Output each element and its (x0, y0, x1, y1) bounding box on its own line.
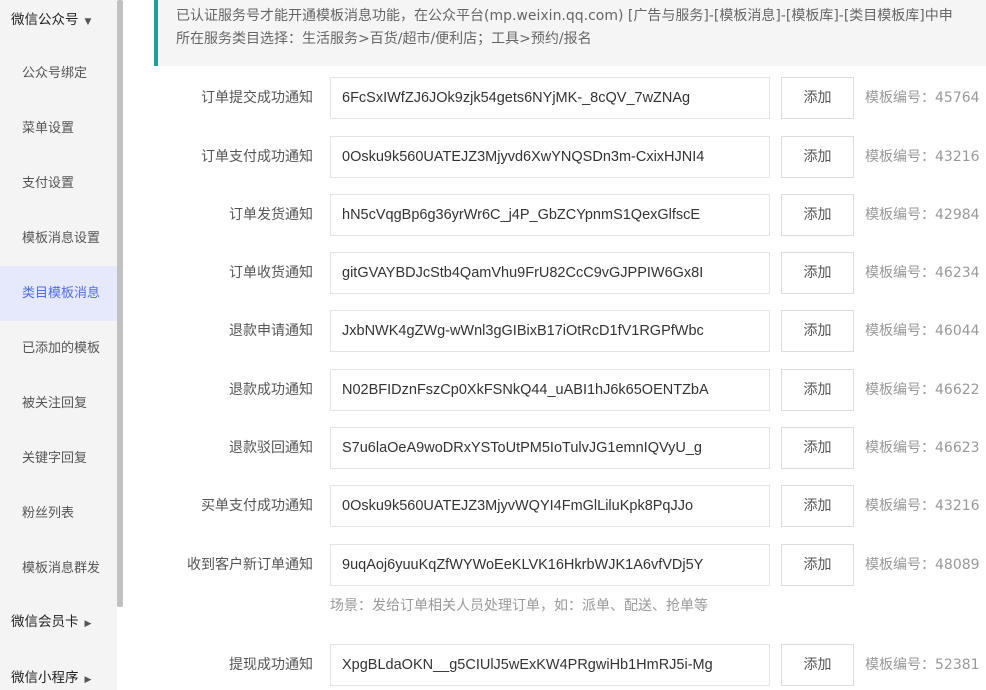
template-id-input[interactable] (330, 644, 770, 686)
sidebar-item-keyword-reply[interactable]: 关键字回复 (0, 431, 117, 486)
chevron-right-icon: ▶ (84, 619, 92, 629)
template-name: 提现成功通知 (229, 657, 313, 673)
add-button[interactable]: 添加 (781, 369, 854, 411)
template-id-input[interactable] (330, 252, 770, 294)
sidebar-item-account-binding[interactable]: 公众号绑定 (0, 46, 117, 101)
template-number: 模板编号：46044 (865, 323, 980, 339)
template-number: 模板编号：46234 (865, 265, 980, 281)
template-number: 模板编号：43216 (865, 149, 980, 165)
template-number: 模板编号：42984 (865, 207, 980, 223)
add-button[interactable]: 添加 (781, 485, 854, 527)
notice-line-1: 已认证服务号才能开通模板消息功能，在公众平台(mp.weixin.qq.com)… (176, 8, 953, 24)
add-button[interactable]: 添加 (781, 252, 854, 294)
template-name: 订单收货通知 (229, 265, 313, 281)
add-button[interactable]: 添加 (781, 194, 854, 236)
template-row-order-shipped: 订单发货通知 添加 模板编号：42984 (154, 194, 986, 236)
sidebar-group-label: 微信会员卡 (11, 614, 79, 630)
template-id-input[interactable] (330, 194, 770, 236)
sidebar-item-template-broadcast[interactable]: 模板消息群发 (0, 541, 117, 596)
add-button[interactable]: 添加 (781, 136, 854, 178)
template-number: 模板编号：46623 (865, 440, 980, 456)
template-id-input[interactable] (330, 310, 770, 352)
sidebar-item-category-templates[interactable]: 类目模板消息 (0, 266, 117, 321)
sidebar-item-template-settings[interactable]: 模板消息设置 (0, 211, 117, 266)
sidebar-group-membership-card[interactable]: 微信会员卡 ▶ (0, 602, 117, 642)
template-id-input[interactable] (330, 369, 770, 411)
template-id-input[interactable] (330, 544, 770, 586)
template-number: 模板编号：46622 (865, 382, 980, 398)
template-id-input[interactable] (330, 427, 770, 469)
template-name: 订单发货通知 (229, 207, 313, 223)
add-button[interactable]: 添加 (781, 77, 854, 119)
template-row-order-submitted: 订单提交成功通知 添加 模板编号：45764 (154, 77, 986, 119)
sidebar-item-payment-settings[interactable]: 支付设置 (0, 156, 117, 211)
template-number: 模板编号：43216 (865, 498, 980, 514)
sidebar-group-mini-program[interactable]: 微信小程序 ▶ (0, 658, 117, 690)
template-name: 收到客户新订单通知 (187, 557, 313, 573)
template-row-order-paid: 订单支付成功通知 添加 模板编号：43216 (154, 136, 986, 178)
template-row-refund-rejected: 退款驳回通知 添加 模板编号：46623 (154, 427, 986, 469)
sidebar-item-added-templates[interactable]: 已添加的模板 (0, 321, 117, 376)
template-number: 模板编号：52381 (865, 657, 980, 673)
template-number: 模板编号：45764 (865, 90, 980, 106)
template-number: 模板编号：48089 (865, 557, 980, 573)
notice-banner: 已认证服务号才能开通模板消息功能，在公众平台(mp.weixin.qq.com)… (154, 0, 986, 66)
template-row-new-order: 收到客户新订单通知 添加 模板编号：48089 (154, 544, 986, 586)
template-row-refund-request: 退款申请通知 添加 模板编号：46044 (154, 310, 986, 352)
sidebar-group-wechat-official[interactable]: 微信公众号 ▼ (0, 0, 117, 40)
template-id-input[interactable] (330, 485, 770, 527)
template-row-refund-success: 退款成功通知 添加 模板编号：46622 (154, 369, 986, 411)
add-button[interactable]: 添加 (781, 544, 854, 586)
template-name: 退款成功通知 (229, 382, 313, 398)
notice-line-2: 所在服务类目选择：生活服务>百货/超市/便利店；工具>预约/报名 (176, 31, 592, 47)
sidebar-item-follow-reply[interactable]: 被关注回复 (0, 376, 117, 431)
sidebar: 微信公众号 ▼ 公众号绑定 菜单设置 支付设置 模板消息设置 类目模板消息 已添加… (0, 0, 117, 690)
template-name: 订单支付成功通知 (201, 149, 313, 165)
sidebar-group-label: 微信小程序 (11, 670, 79, 686)
template-row-bill-paid: 买单支付成功通知 添加 模板编号：43216 (154, 485, 986, 527)
template-name: 退款申请通知 (229, 323, 313, 339)
template-name: 买单支付成功通知 (201, 498, 313, 514)
template-id-input[interactable] (330, 77, 770, 119)
template-name: 订单提交成功通知 (201, 90, 313, 106)
sidebar-item-menu-settings[interactable]: 菜单设置 (0, 101, 117, 156)
template-id-input[interactable] (330, 136, 770, 178)
sidebar-item-fans-list[interactable]: 粉丝列表 (0, 486, 117, 541)
template-row-order-received: 订单收货通知 添加 模板编号：46234 (154, 252, 986, 294)
chevron-right-icon: ▶ (84, 675, 92, 685)
template-row-withdrawal-success: 提现成功通知 添加 模板编号：52381 (154, 644, 986, 686)
sidebar-scrollbar[interactable] (117, 0, 123, 607)
add-button[interactable]: 添加 (781, 310, 854, 352)
template-name: 退款驳回通知 (229, 440, 313, 456)
sidebar-group-label: 微信公众号 (11, 12, 79, 28)
add-button[interactable]: 添加 (781, 427, 854, 469)
scene-description: 场景：发给订单相关人员处理订单，如：派单、配送、抢单等 (330, 598, 708, 614)
chevron-down-icon: ▼ (84, 17, 92, 27)
add-button[interactable]: 添加 (781, 644, 854, 686)
